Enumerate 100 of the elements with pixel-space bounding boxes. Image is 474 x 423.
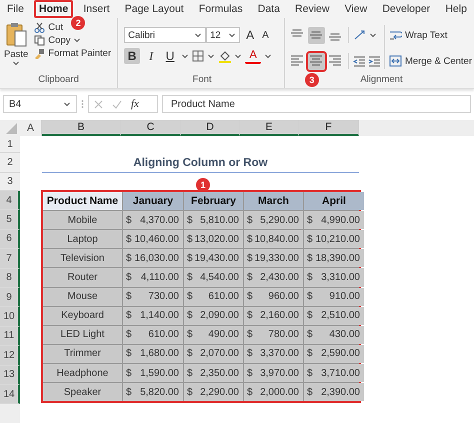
scissors-icon — [34, 22, 46, 33]
group-label: Alignment — [360, 74, 403, 87]
header-cell: January — [123, 192, 183, 210]
menu-tab[interactable]: File — [2, 0, 29, 18]
group-label: Font — [192, 74, 212, 87]
amount: 2,590.00 — [321, 348, 360, 360]
amount: 19,430.00 — [194, 252, 239, 264]
header-cell: April — [304, 192, 364, 210]
select-all-icon — [0, 120, 20, 136]
caret-icon — [194, 32, 202, 38]
row-header[interactable]: 7 — [0, 249, 20, 269]
insert-function-button[interactable]: fx — [131, 98, 139, 110]
row-header[interactable]: 5 — [0, 210, 20, 230]
row-header[interactable]: 14 — [0, 384, 20, 404]
amount: 490.00 — [208, 329, 239, 340]
align-button[interactable] — [308, 26, 325, 44]
font-style-button[interactable]: B — [124, 48, 140, 64]
column-header[interactable]: C — [121, 120, 181, 136]
amount: 16,030.00 — [134, 252, 179, 264]
amount: 2,070.00 — [200, 348, 239, 360]
currency-symbol: $ — [187, 348, 193, 360]
amount: 4,540.00 — [200, 272, 239, 284]
amount: 5,810.00 — [200, 214, 239, 226]
name-box[interactable]: B4 — [3, 95, 77, 113]
amount: 18,390.00 — [316, 252, 360, 264]
currency-symbol: $ — [187, 272, 193, 284]
amount: 2,090.00 — [200, 310, 239, 322]
grip-icon — [81, 99, 84, 109]
column-header[interactable]: E — [240, 120, 299, 136]
menu-tab[interactable]: Review — [290, 0, 334, 18]
cut-button[interactable]: Cut — [32, 22, 66, 33]
amount: 10,460.00 — [134, 234, 179, 245]
header-cell: March — [244, 192, 303, 210]
grow-font-button[interactable]: A — [244, 28, 256, 42]
menu-tab[interactable]: Home — [34, 0, 74, 18]
row-header[interactable]: 3 — [0, 173, 20, 191]
font-color-button[interactable]: A — [245, 48, 262, 64]
menu-tab[interactable]: Developer — [377, 0, 436, 18]
amount: 430.00 — [329, 329, 360, 340]
row-header[interactable]: 13 — [0, 366, 20, 385]
menu-tab[interactable]: Help — [440, 0, 472, 18]
amount: 3,310.00 — [321, 272, 360, 284]
row-header[interactable]: 12 — [0, 346, 20, 366]
currency-symbol: $ — [126, 386, 132, 398]
row-header[interactable]: 2 — [0, 153, 20, 173]
column-header[interactable]: D — [181, 120, 240, 136]
format-painter-button[interactable]: Format Painter — [32, 48, 114, 59]
row-header[interactable]: 6 — [0, 230, 20, 250]
column-header[interactable]: F — [299, 120, 359, 136]
currency-symbol: $ — [247, 234, 253, 245]
currency-symbol: $ — [126, 348, 132, 360]
table-cell: Keyboard — [43, 306, 122, 325]
wrap-icon — [388, 29, 402, 41]
row-header[interactable]: 10 — [0, 307, 20, 327]
row-header[interactable]: 1 — [0, 136, 20, 153]
currency-symbol: $ — [307, 329, 313, 340]
group-label: Clipboard — [38, 74, 79, 87]
paste-button[interactable]: Paste — [4, 22, 28, 74]
formula-field[interactable]: Product Name — [162, 95, 471, 113]
currency-symbol: $ — [247, 272, 253, 284]
menu-tab[interactable]: Insert — [78, 0, 115, 18]
currency-symbol: $ — [307, 368, 313, 379]
table-cell: Speaker — [43, 383, 122, 402]
row-header[interactable]: 8 — [0, 268, 20, 288]
amount: 1,590.00 — [140, 368, 179, 379]
copy-button[interactable]: Copy — [32, 35, 84, 46]
table-cell: Television — [43, 249, 122, 268]
column-header[interactable]: B — [42, 120, 121, 136]
row-header[interactable]: 9 — [0, 288, 20, 308]
font-name-dropdown[interactable]: Calibri — [124, 27, 206, 43]
amount: 4,370.00 — [140, 214, 179, 226]
currency-symbol: $ — [187, 329, 193, 340]
amount: 2,290.00 — [200, 386, 239, 398]
menu-tab[interactable]: Formulas — [194, 0, 248, 18]
merge-center-button[interactable]: Merge & Center — [386, 52, 474, 70]
amount: 19,330.00 — [254, 252, 299, 264]
row-header[interactable]: 4 — [0, 191, 20, 210]
currency-symbol: $ — [307, 291, 313, 302]
menu-tab[interactable]: Page Layout — [120, 0, 189, 18]
wrap-text-button[interactable]: Wrap Text — [386, 26, 474, 44]
menu-tab[interactable]: View — [340, 0, 372, 18]
caret-icon — [228, 32, 236, 38]
amount: 1,140.00 — [140, 310, 179, 322]
align-button[interactable] — [308, 52, 325, 70]
sheet-title: Aligning Column or Row — [42, 153, 359, 173]
currency-symbol: $ — [187, 214, 193, 226]
font-style-button[interactable]: U — [162, 48, 178, 64]
amount: 3,970.00 — [260, 368, 299, 379]
currency-symbol: $ — [247, 291, 253, 302]
menu-tab[interactable]: Data — [252, 0, 285, 18]
row-header[interactable]: 11 — [0, 326, 20, 346]
currency-symbol: $ — [126, 329, 132, 340]
shrink-font-button[interactable]: A — [260, 30, 271, 40]
amount: 910.00 — [329, 291, 360, 302]
font-size-dropdown[interactable]: 12 — [206, 27, 240, 43]
font-style-button[interactable]: I — [143, 48, 160, 64]
amount: 2,350.00 — [200, 368, 239, 379]
column-header[interactable]: A — [20, 120, 42, 136]
currency-symbol: $ — [126, 252, 132, 264]
copy-icon — [34, 35, 46, 46]
